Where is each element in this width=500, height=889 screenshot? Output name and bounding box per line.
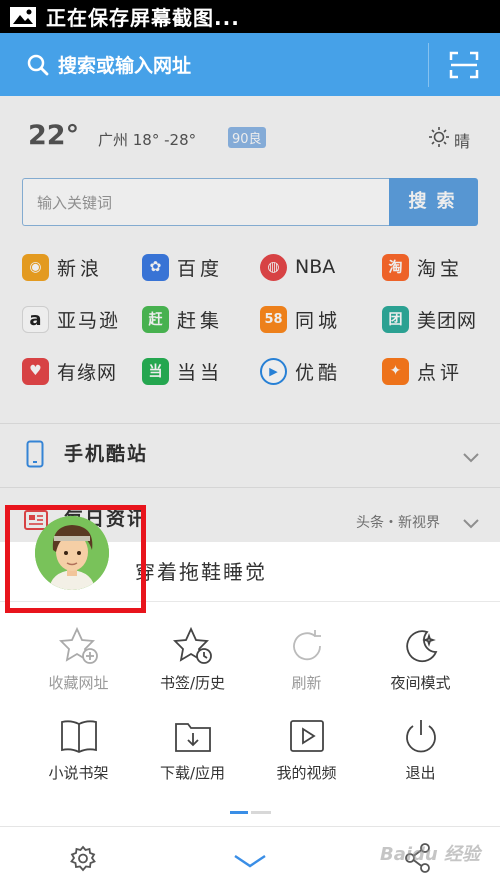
header-divider xyxy=(428,43,429,87)
video-icon xyxy=(287,716,327,756)
mobile-sites-section[interactable]: 手机酷站 xyxy=(0,425,500,485)
bookmark-add-icon xyxy=(58,626,99,666)
quick-link[interactable]: ✿ 百度 xyxy=(142,250,262,284)
download-icon xyxy=(173,716,213,756)
quick-link[interactable]: ◉ 新浪 xyxy=(22,250,142,284)
status-bar: 正在保存屏幕截图... xyxy=(0,0,500,33)
scan-icon[interactable] xyxy=(448,50,480,80)
sun-icon xyxy=(428,126,450,148)
add-bookmark-button[interactable]: 收藏网址 xyxy=(16,626,141,706)
address-bar-placeholder[interactable]: 搜索或输入网址 xyxy=(58,51,191,78)
quick-link[interactable]: 当当当 xyxy=(142,354,262,388)
divider xyxy=(0,487,500,488)
night-mode-button[interactable]: 夜间模式 xyxy=(358,626,483,706)
dangdang-icon: 当 xyxy=(142,357,169,385)
page-dot xyxy=(251,811,271,814)
refresh-button[interactable]: 刷新 xyxy=(244,626,369,706)
city-temperature-range: 广州 18° -28° xyxy=(98,131,197,149)
quick-link[interactable]: 58 同城 xyxy=(260,302,380,336)
search-header[interactable]: 搜索或输入网址 xyxy=(0,33,500,96)
taobao-icon: 淘 xyxy=(382,253,409,281)
weather-condition: 晴 xyxy=(454,132,471,151)
keyword-input[interactable]: 输入关键词 xyxy=(22,178,390,226)
exit-button[interactable]: 退出 xyxy=(358,716,483,796)
baidu-icon: ✿ xyxy=(142,253,169,281)
ganji-icon: 赶 xyxy=(142,305,169,333)
quick-link[interactable]: ♥ 有缘网 xyxy=(22,354,142,388)
status-text: 正在保存屏幕截图... xyxy=(46,6,240,30)
bookmarks-history-button[interactable]: 书签/历史 xyxy=(130,626,255,706)
annotation-highlight-box xyxy=(5,505,146,613)
temperature: 22° xyxy=(28,120,80,151)
quick-link[interactable]: 淘淘宝 xyxy=(382,250,500,284)
username[interactable]: 穿着拖鞋睡觉 xyxy=(135,556,267,585)
youyuan-icon: ♥ xyxy=(22,357,49,385)
quick-link[interactable]: a 亚马逊 xyxy=(22,302,142,336)
sina-icon: ◉ xyxy=(22,253,49,281)
quick-link[interactable]: ✦ 点评 xyxy=(382,354,500,388)
meituan-icon: 团 xyxy=(382,305,409,333)
image-icon xyxy=(8,6,38,28)
nba-icon: ◍ xyxy=(260,253,287,281)
news-sources[interactable]: 头条・新视界 xyxy=(356,512,440,532)
refresh-icon xyxy=(287,626,327,666)
phone-icon xyxy=(26,440,44,468)
power-icon xyxy=(401,716,441,756)
quick-link[interactable]: ◍ NBA xyxy=(260,250,380,284)
search-icon xyxy=(26,53,50,77)
chevron-down-icon[interactable] xyxy=(232,853,268,869)
tongcheng-icon: 58 xyxy=(260,305,287,333)
home-page: 22° 广州 18° -28° 90良 晴 输入关键词 搜索 ◉ 新浪 ✿ 百度 ◍… xyxy=(0,96,500,542)
book-icon xyxy=(59,716,99,756)
dianping-icon: ✦ xyxy=(382,357,409,385)
gear-icon[interactable] xyxy=(69,845,97,873)
watermark: Baidu 经验 xyxy=(380,844,481,865)
quick-link[interactable]: 赶赶集 xyxy=(142,302,262,336)
youku-icon: ▶ xyxy=(260,357,287,385)
divider xyxy=(0,826,500,827)
bookmark-history-icon xyxy=(172,626,213,666)
amazon-icon: a xyxy=(22,305,49,333)
my-videos-button[interactable]: 我的视频 xyxy=(244,716,369,796)
page-indicator xyxy=(230,811,272,814)
chevron-down-icon[interactable] xyxy=(462,449,480,463)
quick-link[interactable]: 团美团网 xyxy=(382,302,500,336)
divider xyxy=(0,423,500,424)
air-quality-badge: 90良 xyxy=(228,127,266,148)
night-mode-icon xyxy=(401,626,441,666)
downloads-apps-button[interactable]: 下载/应用 xyxy=(130,716,255,796)
quick-link[interactable]: ▶ 优酷 xyxy=(260,354,380,388)
keyword-search-button[interactable]: 搜索 xyxy=(389,178,478,226)
chevron-down-icon[interactable] xyxy=(462,515,480,529)
novel-shelf-button[interactable]: 小说书架 xyxy=(16,716,141,796)
mobile-sites-title: 手机酷站 xyxy=(64,443,149,465)
page-dot-active xyxy=(230,811,248,814)
